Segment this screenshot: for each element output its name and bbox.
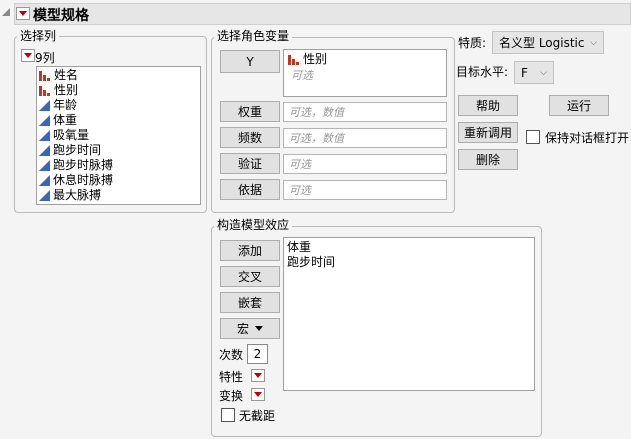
column-name: 性别	[54, 83, 79, 97]
keep-open-checkbox[interactable]	[526, 130, 540, 144]
dropdown-arrow-icon	[255, 326, 263, 331]
effect-item[interactable]: 体重	[285, 240, 533, 255]
column-name: 最大脉搏	[53, 188, 102, 202]
column-item[interactable]: 最大脉搏	[37, 188, 200, 203]
column-name: 休息时脉搏	[53, 173, 114, 187]
macros-button[interactable]: 宏	[220, 318, 280, 339]
y-role-placeholder: 可选	[291, 69, 313, 82]
chevron-down-icon: ⌵	[540, 67, 547, 78]
keep-open-label: 保持对话框打开	[545, 131, 630, 145]
column-item[interactable]: 姓名	[37, 68, 200, 83]
target-level-value: F	[521, 65, 528, 80]
column-name: 姓名	[54, 68, 79, 82]
nominal-icon	[288, 54, 300, 65]
no-intercept-checkbox[interactable]	[221, 408, 235, 422]
recall-button[interactable]: 重新调用	[458, 122, 518, 143]
personality-value: 名义型 Logistic	[499, 36, 585, 50]
continuous-icon	[39, 145, 50, 156]
column-name: 跑步时间	[53, 143, 102, 157]
select-columns-legend: 选择列	[17, 29, 60, 43]
column-name: 跑步时脉搏	[53, 158, 114, 172]
effects-list[interactable]: 体重 跑步时间	[283, 237, 535, 391]
attributes-red-triangle-menu[interactable]	[251, 369, 265, 382]
title-bar	[14, 3, 631, 25]
target-level-label: 目标水平:	[456, 65, 509, 79]
chevron-down-icon: ⌵	[590, 37, 597, 48]
continuous-icon	[39, 100, 50, 111]
y-role-item[interactable]: 性别	[286, 52, 444, 67]
validation-field[interactable]: 可选	[283, 154, 447, 174]
effect-item[interactable]: 跑步时间	[285, 255, 533, 270]
weight-field[interactable]: 可选，数值	[283, 102, 447, 122]
by-field[interactable]: 可选	[283, 180, 447, 200]
column-list[interactable]: 姓名 性别 年龄 体重 吸氧量 跑步时间 跑步时脉搏 休息时脉搏 最大脉搏	[36, 66, 201, 205]
column-name: 年龄	[53, 98, 78, 112]
column-item[interactable]: 吸氧量	[37, 128, 200, 143]
column-name: 体重	[53, 113, 78, 127]
degree-input[interactable]: 2	[247, 344, 268, 364]
y-role-list[interactable]: 性别 可选	[283, 49, 447, 97]
title-red-triangle-menu[interactable]	[16, 7, 30, 20]
personality-label: 特质:	[458, 36, 487, 50]
transform-label: 变换	[219, 389, 244, 403]
attributes-label: 特性	[219, 370, 244, 384]
page-title: 模型规格	[33, 8, 89, 24]
column-item[interactable]: 跑步时脉搏	[37, 158, 200, 173]
degree-label: 次数	[219, 348, 244, 362]
freq-button[interactable]: 频数	[220, 127, 280, 148]
weight-button[interactable]: 权重	[220, 101, 280, 122]
column-item[interactable]: 休息时脉搏	[37, 173, 200, 188]
y-role-button[interactable]: Y	[220, 50, 280, 73]
no-intercept-label: 无截距	[239, 409, 276, 423]
by-button[interactable]: 依据	[220, 179, 280, 200]
validation-button[interactable]: 验证	[220, 153, 280, 174]
continuous-icon	[39, 190, 50, 201]
column-item[interactable]: 跑步时间	[37, 143, 200, 158]
nominal-icon	[39, 85, 51, 96]
remove-button[interactable]: 删除	[458, 149, 518, 170]
cross-button[interactable]: 交叉	[220, 266, 280, 287]
continuous-icon	[39, 115, 50, 126]
macros-label: 宏	[236, 322, 249, 336]
target-level-dropdown[interactable]: F ⌵	[514, 61, 554, 84]
column-item[interactable]: 年龄	[37, 98, 200, 113]
add-button[interactable]: 添加	[220, 240, 280, 261]
column-item[interactable]: 体重	[37, 113, 200, 128]
freq-field[interactable]: 可选，数值	[283, 128, 447, 148]
personality-dropdown[interactable]: 名义型 Logistic ⌵	[492, 31, 604, 54]
nominal-icon	[39, 70, 51, 81]
columns-red-triangle-menu[interactable]	[21, 49, 35, 62]
collapse-icon[interactable]	[2, 8, 10, 16]
continuous-icon	[39, 130, 50, 141]
transform-red-triangle-menu[interactable]	[251, 388, 265, 401]
help-button[interactable]: 帮助	[458, 95, 518, 116]
y-role-value: 性别	[303, 52, 328, 66]
nest-button[interactable]: 嵌套	[220, 292, 280, 313]
column-count: 9列	[35, 51, 55, 65]
roles-legend: 选择角色变量	[214, 29, 293, 43]
continuous-icon	[39, 160, 50, 171]
run-button[interactable]: 运行	[549, 95, 609, 116]
column-item[interactable]: 性别	[37, 83, 200, 98]
column-name: 吸氧量	[53, 128, 90, 142]
continuous-icon	[39, 175, 50, 186]
construct-effects-legend: 构造模型效应	[214, 218, 293, 232]
